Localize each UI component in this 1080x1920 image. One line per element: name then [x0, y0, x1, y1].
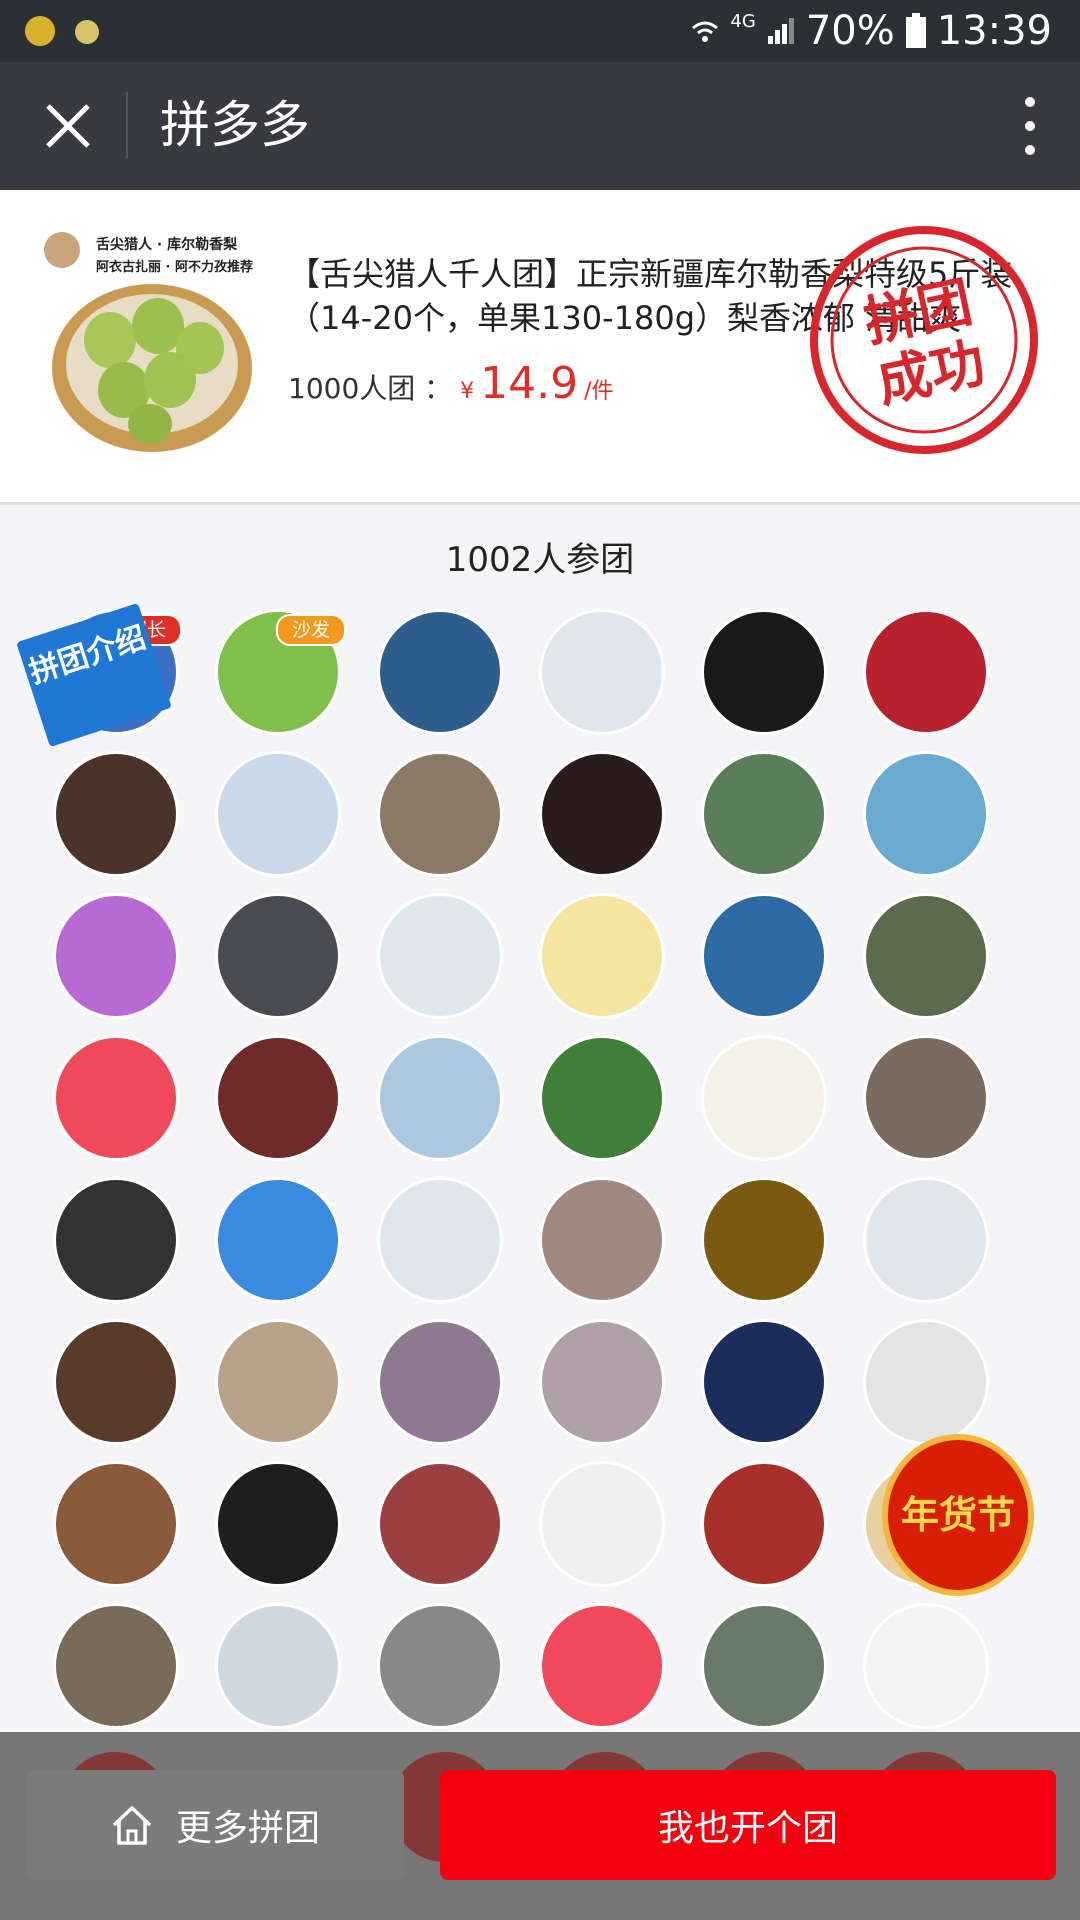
- participant-avatar[interactable]: [380, 1322, 500, 1442]
- participant-avatar[interactable]: [56, 1606, 176, 1726]
- app-notification-icon: [25, 16, 55, 46]
- more-groups-button[interactable]: 更多拼团: [26, 1770, 404, 1880]
- participant-avatar[interactable]: [56, 1180, 176, 1300]
- participant-avatar[interactable]: [218, 1464, 338, 1584]
- participant-avatar[interactable]: [542, 1464, 662, 1584]
- participant-avatar[interactable]: [218, 1606, 338, 1726]
- participant-avatar[interactable]: [704, 1180, 824, 1300]
- close-icon[interactable]: [40, 98, 96, 154]
- participant-avatar[interactable]: [542, 612, 662, 732]
- participant-avatar[interactable]: [56, 896, 176, 1016]
- divider: [126, 92, 128, 158]
- participant-avatar[interactable]: [542, 754, 662, 874]
- signal-icon: [767, 18, 794, 44]
- home-icon: [112, 1805, 152, 1845]
- participant-avatar[interactable]: [380, 612, 500, 732]
- status-bar: 4G 70% 13:39: [0, 0, 1080, 62]
- participant-avatar[interactable]: [218, 754, 338, 874]
- participant-avatar[interactable]: [866, 612, 986, 732]
- participant-avatar[interactable]: [56, 1038, 176, 1158]
- participant-avatar[interactable]: [56, 1322, 176, 1442]
- new-year-festival-lantern[interactable]: 年货节: [888, 1440, 1028, 1590]
- open-group-label: 我也开个团: [657, 1808, 838, 1849]
- page-title: 拼多多: [160, 96, 310, 154]
- price-row: 1000人团 ： ¥ 14.9 /件: [288, 358, 614, 409]
- open-group-button[interactable]: 我也开个团: [440, 1770, 1056, 1880]
- price-value: 14.9: [480, 358, 579, 409]
- group-success-stamp: 拼团 成功: [784, 200, 1064, 480]
- participant-avatar[interactable]: [56, 1464, 176, 1584]
- participant-avatar[interactable]: [542, 1180, 662, 1300]
- participant-avatar[interactable]: [56, 754, 176, 874]
- participant-avatar[interactable]: [380, 1464, 500, 1584]
- participant-count: 1002人参团: [445, 540, 635, 580]
- thumb-subcaption: 阿衣古扎丽 · 阿不力孜推荐: [96, 260, 253, 275]
- participant-avatar[interactable]: [704, 1464, 824, 1584]
- participant-avatar[interactable]: [542, 896, 662, 1016]
- product-thumbnail[interactable]: 舌尖猎人 · 库尔勒香梨 阿衣古扎丽 · 阿不力孜推荐: [40, 230, 264, 454]
- participant-avatar[interactable]: [218, 896, 338, 1016]
- participant-avatar[interactable]: [866, 1038, 986, 1158]
- participant-avatar[interactable]: [542, 1038, 662, 1158]
- thumb-caption: 舌尖猎人 · 库尔勒香梨: [96, 237, 238, 253]
- participant-avatar[interactable]: [866, 1606, 986, 1726]
- battery-icon: [905, 13, 926, 48]
- participant-avatar[interactable]: [380, 754, 500, 874]
- sofa-badge: 沙发: [276, 614, 346, 646]
- participant-avatar[interactable]: [704, 896, 824, 1016]
- participant-avatar[interactable]: [380, 1038, 500, 1158]
- participant-avatar[interactable]: [218, 1180, 338, 1300]
- participant-avatar[interactable]: [866, 1180, 986, 1300]
- currency-symbol: ¥: [460, 379, 475, 404]
- clock: 13:39: [936, 8, 1052, 54]
- participant-avatar[interactable]: [704, 1606, 824, 1726]
- price-unit: /件: [584, 379, 614, 404]
- notification-dot-icon: [75, 20, 99, 44]
- more-groups-label: 更多拼团: [175, 1808, 320, 1849]
- participant-avatar[interactable]: [542, 1322, 662, 1442]
- participant-avatar[interactable]: [542, 1606, 662, 1726]
- participant-avatar[interactable]: [866, 754, 986, 874]
- participant-avatar[interactable]: [866, 1322, 986, 1442]
- app-bar: 拼多多: [0, 62, 1080, 190]
- battery-percent: 70%: [805, 8, 895, 54]
- more-menu-icon[interactable]: [1020, 94, 1040, 158]
- participant-avatar[interactable]: [380, 896, 500, 1016]
- participant-avatar[interactable]: [704, 1322, 824, 1442]
- network-type: 4G: [730, 10, 756, 32]
- participant-avatar[interactable]: [704, 754, 824, 874]
- group-size-label: 1000人团 ：: [288, 372, 453, 405]
- participant-avatar[interactable]: [218, 1322, 338, 1442]
- participant-avatar[interactable]: [380, 1180, 500, 1300]
- participant-avatar[interactable]: [704, 1038, 824, 1158]
- participant-avatar[interactable]: [380, 1606, 500, 1726]
- participant-avatar[interactable]: [704, 612, 824, 732]
- participant-avatar[interactable]: [218, 1038, 338, 1158]
- participant-avatar[interactable]: [866, 896, 986, 1016]
- wifi-icon: [692, 21, 719, 42]
